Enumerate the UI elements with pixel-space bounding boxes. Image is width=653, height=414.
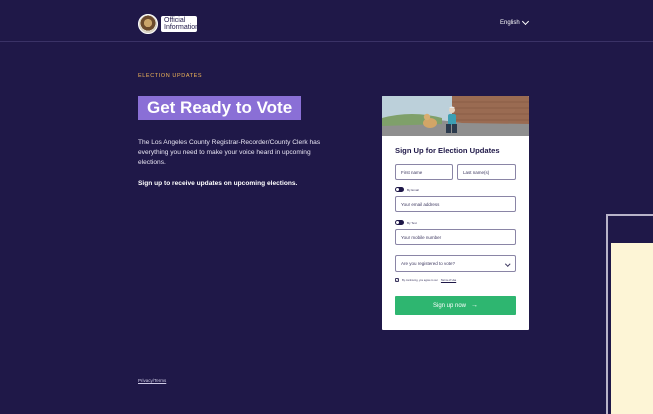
chevron-down-icon (521, 17, 529, 26)
woman-with-dog-photo (382, 96, 529, 136)
consent-checkbox[interactable]: ✓ (395, 278, 399, 282)
language-label: English (500, 20, 520, 26)
text-toggle-switch[interactable] (395, 220, 404, 225)
hero-photo (382, 96, 529, 136)
hero-cta-text: Sign up to receive updates on upcoming e… (138, 180, 298, 187)
side-preview-panel (606, 214, 653, 414)
registered-select[interactable]: Are you registered to vote? (395, 255, 516, 272)
official-information-logo[interactable]: Official Information (138, 14, 200, 34)
email-toggle-label: By Email (407, 187, 419, 192)
logo-text-box: Official Information (161, 16, 200, 32)
consent-text: By continuing, you agree to our (402, 278, 438, 282)
consent-row: ✓ By continuing, you agree to our Terms … (395, 278, 456, 282)
email-toggle-row[interactable]: By Email (395, 187, 419, 192)
signup-card: Sign Up for Election Updates First name … (382, 96, 529, 330)
mobile-input[interactable]: Your mobile number (395, 229, 516, 245)
sign-up-button[interactable]: Sign up now → (395, 296, 516, 315)
last-name-input[interactable]: Last name(s) (457, 164, 516, 180)
side-preview-content (611, 243, 653, 414)
section-eyebrow: ELECTION UPDATES (138, 73, 203, 79)
chevron-down-icon (504, 261, 510, 267)
language-selector[interactable]: English (500, 17, 529, 26)
page-title: Get Ready to Vote (138, 96, 302, 120)
arrow-right-icon: → (471, 302, 479, 309)
privacy-terms-link[interactable]: Privacy/Terms (138, 378, 166, 383)
top-header: Official Information English (0, 0, 653, 42)
logo-line-2: Information (164, 24, 200, 31)
last-name-placeholder: Last name(s) (463, 169, 490, 175)
hero-description: The Los Angeles County Registrar-Recorde… (138, 139, 321, 166)
first-name-input[interactable]: First name (395, 164, 453, 180)
text-toggle-label: By Text (407, 220, 417, 225)
first-name-placeholder: First name (401, 169, 423, 175)
logo-line-1: Official (164, 16, 186, 24)
mobile-placeholder: Your mobile number (401, 234, 442, 240)
form-title: Sign Up for Election Updates (395, 146, 500, 155)
email-input[interactable]: Your email address (395, 196, 516, 212)
county-seal-icon (138, 14, 158, 34)
terms-of-use-link[interactable]: Terms of Use (441, 279, 456, 282)
registered-select-value: Are you registered to vote? (401, 261, 456, 266)
email-toggle-switch[interactable] (395, 187, 404, 192)
text-toggle-row[interactable]: By Text (395, 220, 417, 225)
sign-up-label: Sign up now (432, 302, 467, 309)
email-placeholder: Your email address (401, 201, 440, 207)
